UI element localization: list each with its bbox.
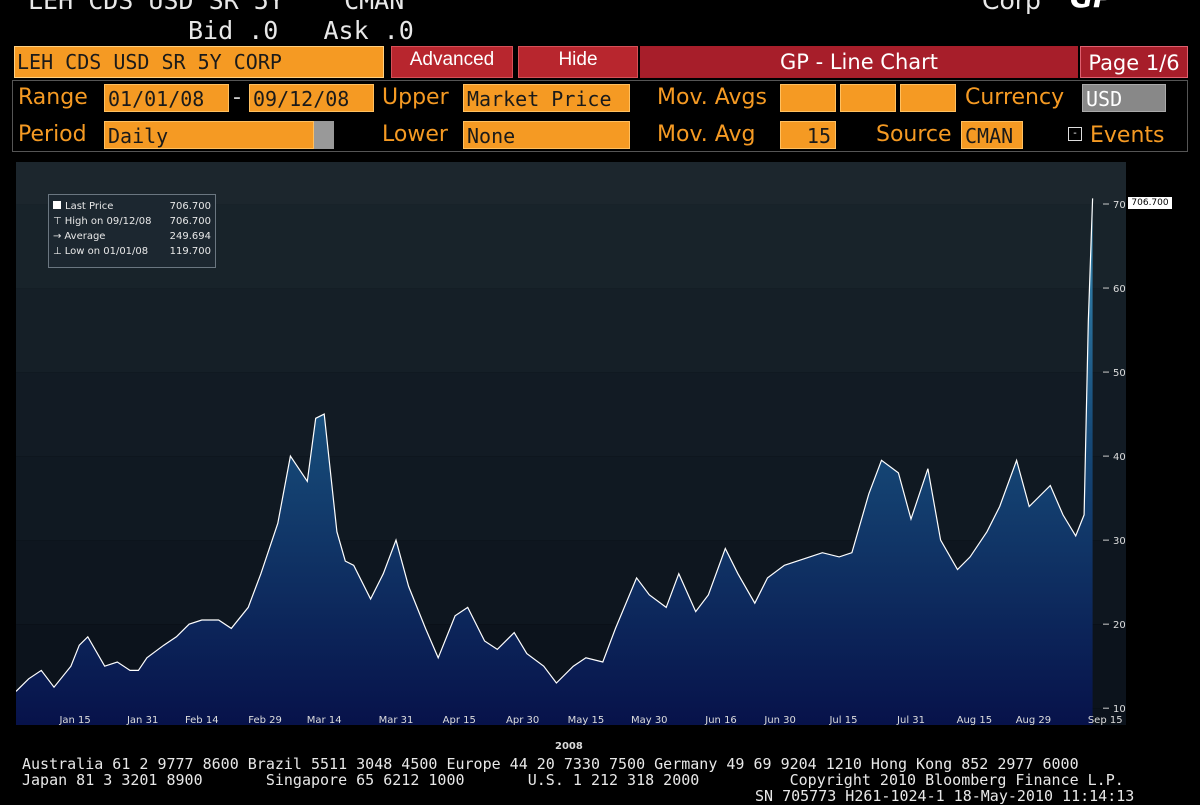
last-price-tag: 706.700 xyxy=(1128,197,1172,209)
market-sector: Corp xyxy=(982,0,1041,15)
legend-last-price-label: Last Price xyxy=(65,201,114,212)
upper-field[interactable]: Market Price xyxy=(463,84,630,112)
period-field[interactable]: Daily xyxy=(104,121,314,149)
source-field[interactable]: CMAN xyxy=(961,121,1023,149)
source-label: Source xyxy=(876,122,952,147)
period-label: Period xyxy=(18,122,87,147)
bid-ask: Bid .0 Ask .0 xyxy=(188,16,414,45)
range-start-field[interactable]: 01/01/08 xyxy=(104,84,229,112)
grid-band xyxy=(16,372,1126,457)
legend-row-low: ⊥ Low on 01/01/08 119.700 xyxy=(53,244,211,259)
legend-high-label: High on 09/12/08 xyxy=(64,216,152,227)
currency-field[interactable]: USD xyxy=(1082,84,1166,112)
movavg-field-2[interactable] xyxy=(840,84,896,112)
high-marker-icon: ⊤ xyxy=(53,216,62,227)
x-tick-label: Jul 31 xyxy=(896,715,925,725)
range-end-field[interactable]: 09/12/08 xyxy=(249,84,374,112)
events-checkbox[interactable]: - xyxy=(1068,127,1082,141)
x-tick-label: May 15 xyxy=(568,715,605,725)
x-tick-label: Feb 29 xyxy=(248,715,282,725)
x-tick-label: Feb 14 xyxy=(185,715,219,725)
average-marker-icon: → xyxy=(53,231,62,242)
footer-contacts-1: Australia 61 2 9777 8600 Brazil 5511 304… xyxy=(22,755,1079,773)
legend-average-value: 249.694 xyxy=(169,231,211,242)
y-tick-label: 600 xyxy=(1113,284,1126,295)
x-tick-label: Sep 15 xyxy=(1088,715,1123,725)
upper-label: Upper xyxy=(382,85,449,110)
movavg-value-field[interactable]: 15 xyxy=(780,121,836,149)
y-tick-label: 700 xyxy=(1113,200,1126,211)
x-tick-label: Jun 16 xyxy=(704,715,737,725)
movavg-label: Mov. Avg xyxy=(657,122,756,147)
movavgs-label: Mov. Avgs xyxy=(657,85,767,110)
range-separator: - xyxy=(233,85,241,110)
y-tick-label: 400 xyxy=(1113,452,1126,463)
y-tick-label: 300 xyxy=(1113,536,1126,547)
function-code: GP xyxy=(1070,0,1114,12)
x-tick-label: Jan 15 xyxy=(58,715,90,725)
range-label: Range xyxy=(18,85,88,110)
y-tick-label: 500 xyxy=(1113,368,1126,379)
legend-row-average: → Average 249.694 xyxy=(53,229,211,244)
x-axis-year-label: 2008 xyxy=(555,741,583,752)
x-tick-label: Mar 31 xyxy=(379,715,414,725)
legend-row-last-price: Last Price 706.700 xyxy=(53,199,211,214)
lower-field[interactable]: None xyxy=(463,121,630,149)
square-icon xyxy=(53,201,61,209)
chart-legend: Last Price 706.700 ⊤ High on 09/12/08 706… xyxy=(48,194,216,268)
legend-low-value: 119.700 xyxy=(169,246,211,257)
y-tick-label: 200 xyxy=(1113,620,1126,631)
x-tick-label: Aug 15 xyxy=(957,715,992,725)
low-marker-icon: ⊥ xyxy=(53,246,62,257)
y-tick-label: 100 xyxy=(1113,704,1126,715)
footer-serial: SN 705773 H261-1024-1 18-May-2010 11:14:… xyxy=(755,787,1135,805)
x-tick-label: Apr 15 xyxy=(443,715,476,725)
legend-low-label: Low on 01/01/08 xyxy=(64,246,149,257)
legend-row-high: ⊤ High on 09/12/08 706.700 xyxy=(53,214,211,229)
x-tick-label: Jun 30 xyxy=(763,715,796,725)
x-tick-label: May 30 xyxy=(631,715,668,725)
x-tick-label: Jan 31 xyxy=(126,715,158,725)
x-tick-label: Aug 29 xyxy=(1016,715,1051,725)
legend-last-price-value: 706.700 xyxy=(169,201,211,212)
legend-average-label: Average xyxy=(64,231,106,242)
movavg-field-1[interactable] xyxy=(780,84,836,112)
chart-type-title: GP - Line Chart xyxy=(640,46,1078,78)
lower-label: Lower xyxy=(382,122,448,147)
events-label: Events xyxy=(1090,123,1165,148)
page-indicator[interactable]: Page 1/6 xyxy=(1080,46,1188,78)
currency-label: Currency xyxy=(965,85,1065,110)
security-header: LEH CDS USD SR 5Y CMAN xyxy=(28,0,405,15)
hide-button[interactable]: Hide xyxy=(518,46,638,78)
movavg-field-3[interactable] xyxy=(900,84,956,112)
grid-band xyxy=(16,456,1126,541)
advanced-button[interactable]: Advanced xyxy=(391,46,513,78)
x-tick-label: Jul 15 xyxy=(828,715,857,725)
legend-high-value: 706.700 xyxy=(169,216,211,227)
ticker-field[interactable]: LEH CDS USD SR 5Y CORP xyxy=(14,46,384,78)
footer-contacts-2: Japan 81 3 3201 8900 Singapore 65 6212 1… xyxy=(22,771,1124,789)
period-dropdown-handle[interactable] xyxy=(314,121,334,149)
x-tick-label: Apr 30 xyxy=(506,715,539,725)
x-tick-label: Mar 14 xyxy=(307,715,342,725)
grid-band xyxy=(16,288,1126,373)
